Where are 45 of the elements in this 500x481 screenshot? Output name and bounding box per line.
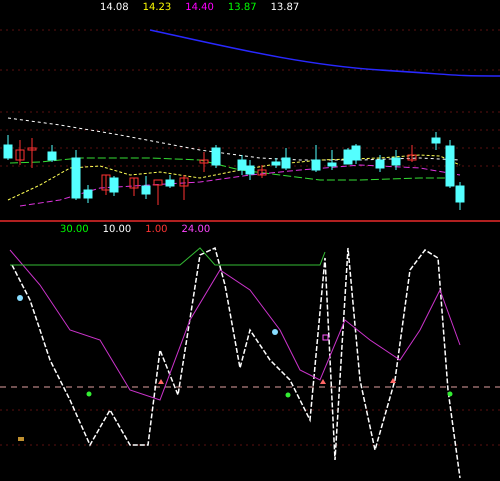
legend-value: 14.08: [100, 1, 129, 15]
legend-value: 1.00: [145, 223, 168, 237]
candlestick: [110, 176, 118, 196]
candlestick: [48, 144, 56, 162]
square-marker: [322, 334, 328, 340]
candlestick: [246, 160, 254, 180]
legend-value: 10.00: [102, 223, 132, 237]
candlestick: [200, 152, 208, 172]
triangle-marker: [320, 379, 326, 384]
candlestick: [352, 144, 360, 164]
dot-marker: [286, 392, 290, 398]
candlestick: [180, 174, 188, 200]
candlestick: [312, 144, 320, 172]
legend-value: 14.40: [185, 1, 214, 15]
legend-value: 13.87: [270, 1, 300, 15]
candlestick: [408, 144, 416, 162]
candlestick: [72, 150, 80, 200]
legend-value: 14.23: [142, 1, 172, 15]
candlestick: [102, 174, 110, 196]
dot-marker: [448, 392, 452, 396]
legend-value: 30.00: [60, 223, 89, 237]
candlestick: [142, 176, 150, 200]
triangle-marker: [390, 378, 396, 383]
candlestick: [4, 134, 12, 160]
candlestick: [28, 138, 36, 168]
candlestick: [328, 150, 336, 170]
dot-marker: [272, 329, 278, 335]
candlestick: [344, 148, 352, 164]
candlestick: [432, 132, 440, 150]
candlestick: [84, 184, 92, 204]
legend-value: 24.00: [182, 223, 210, 237]
square-marker: [18, 437, 24, 441]
candlestick: [166, 174, 174, 188]
candlestick: [130, 178, 138, 196]
legend-value: 13.87: [228, 1, 257, 15]
dot-marker: [17, 295, 23, 301]
candlestick: [238, 154, 246, 176]
triangle-marker: [158, 379, 164, 384]
candlestick: [376, 154, 384, 172]
candlestick: [258, 164, 266, 178]
candlestick: [212, 144, 220, 168]
candlestick: [16, 140, 24, 166]
candlestick: [392, 150, 400, 170]
dot-marker: [86, 392, 92, 396]
candlestick: [154, 180, 162, 206]
